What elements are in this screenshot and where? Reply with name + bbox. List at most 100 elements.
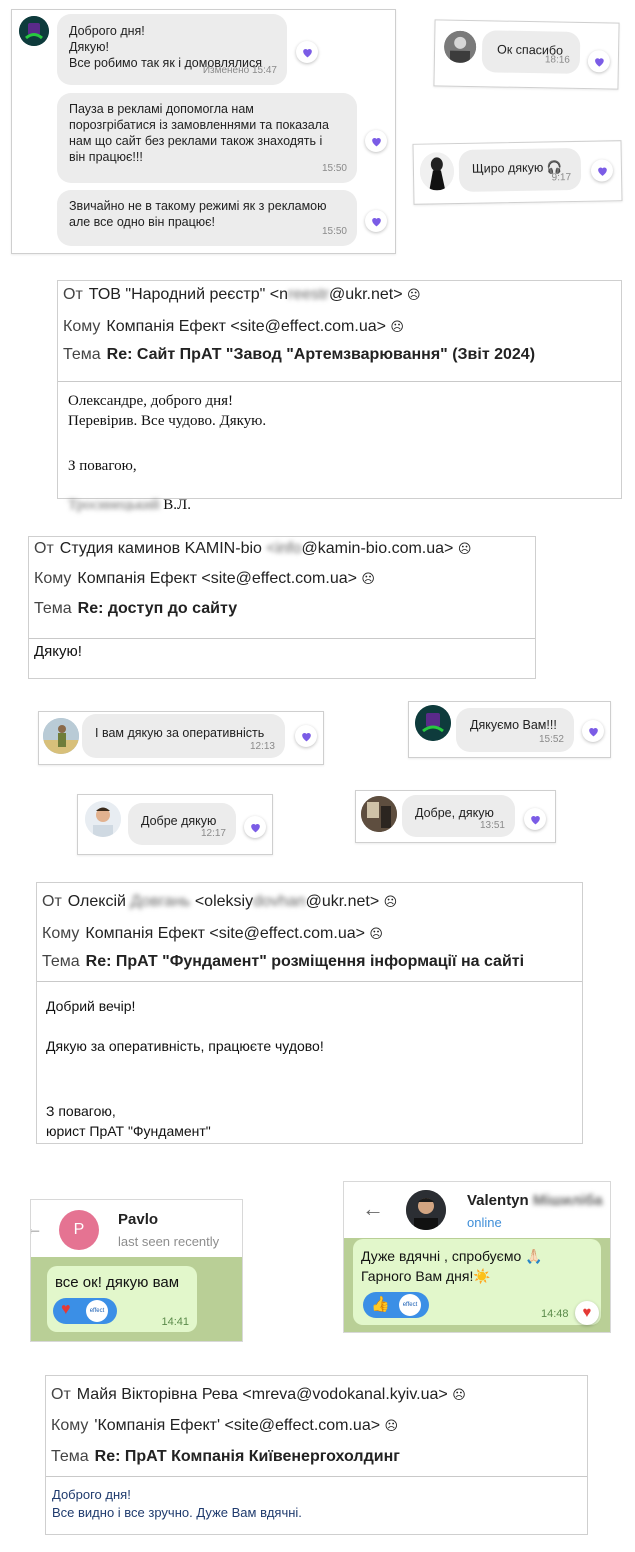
email-header: От Олексій Довгань <oleksiydovhan@ukr.net… bbox=[37, 883, 582, 982]
email-greeting: Добрий вечір! bbox=[46, 998, 136, 1014]
sender-name: Олексій bbox=[67, 893, 126, 910]
email-subject-row: Тема Re: доступ до сайту bbox=[34, 600, 237, 618]
recipient: Компанія Ефект <site@effect.com.ua> bbox=[106, 318, 386, 335]
avatar bbox=[361, 796, 397, 832]
effect-logo-avatar: effect bbox=[86, 1300, 108, 1322]
sender-name: ТОВ "Народний реєстр" bbox=[88, 286, 266, 303]
avatar bbox=[19, 16, 49, 46]
subject-label: Тема bbox=[42, 953, 80, 970]
to-label: Кому bbox=[51, 1417, 89, 1434]
email-subject: Re: Сайт ПрАТ "Завод "Артемзварювання" (… bbox=[106, 346, 536, 363]
signature-initials: В.Л. bbox=[159, 497, 191, 513]
message-text: все ок! дякую вам bbox=[55, 1274, 180, 1291]
contact-status: last seen recently bbox=[118, 1234, 220, 1249]
from-label: От bbox=[51, 1386, 71, 1403]
email-body: Дякую! bbox=[34, 643, 82, 660]
avatar bbox=[43, 718, 79, 754]
reaction-pill[interactable]: 👍 effect bbox=[363, 1292, 429, 1318]
heart-reaction-icon[interactable] bbox=[244, 816, 266, 838]
heart-reaction-icon[interactable]: ♥ bbox=[575, 1301, 599, 1325]
heart-reaction-icon[interactable] bbox=[590, 159, 614, 182]
email-subject-row: Тема Re: ПрАТ Компанія Київенергохолдинг bbox=[51, 1448, 400, 1466]
sender-email-redacted: reestr bbox=[288, 286, 329, 303]
to-label: Кому bbox=[42, 925, 80, 942]
email-to-row: Кому 'Компанія Ефект' <site@effect.com.ua… bbox=[51, 1417, 398, 1435]
contact-card-icon[interactable]: ☹ bbox=[385, 1418, 399, 1433]
sender: Майя Вікторівна Рева <mreva@vodokanal.ky… bbox=[76, 1386, 448, 1403]
telegram-chat-header: ← P Pavlo last seen recently bbox=[31, 1200, 242, 1258]
avatar: P bbox=[59, 1210, 99, 1250]
heart-reaction-icon[interactable] bbox=[582, 720, 604, 742]
message-time: 14:41 bbox=[161, 1316, 189, 1328]
email-closing: З повагою, bbox=[68, 458, 137, 474]
sender-surname-redacted: Довгань bbox=[130, 893, 191, 910]
email-subject: Re: ПрАТ Компанія Київенергохолдинг bbox=[94, 1448, 400, 1465]
sender-email-end: @ukr.net> bbox=[328, 286, 403, 303]
sender-email-start: <n bbox=[269, 286, 289, 303]
avatar-letter: P bbox=[73, 1221, 85, 1238]
chat-card-shchyro: Щиро дякую 🎧 9:17 bbox=[412, 140, 623, 205]
heart-reaction-icon: ♥ bbox=[61, 1301, 71, 1318]
message-time: 15:52 bbox=[538, 734, 564, 745]
message-bubble: Щиро дякую 🎧 9:17 bbox=[458, 147, 582, 193]
message-bubble: Пауза в рекламі допомогла нам порозгріба… bbox=[57, 93, 357, 183]
recipient: Компанія Ефект <site@effect.com.ua> bbox=[85, 925, 365, 942]
back-arrow-icon[interactable]: ← bbox=[31, 1218, 43, 1239]
avatar bbox=[85, 801, 121, 837]
sender-email-start: <oleksiy bbox=[194, 893, 254, 910]
from-label: От bbox=[63, 286, 83, 303]
email-from-row: От Студия каминов KAMIN-bio <info@kamin-b… bbox=[34, 540, 471, 558]
effect-logo-avatar: effect bbox=[399, 1294, 421, 1316]
contact-card-icon[interactable]: ☹ bbox=[407, 287, 421, 302]
message-time: 9:17 bbox=[551, 172, 572, 184]
contact-card-icon[interactable]: ☹ bbox=[384, 894, 398, 909]
chat-card-ok: Ок спасибо 18:16 bbox=[433, 19, 620, 90]
heart-reaction-icon[interactable] bbox=[524, 808, 546, 830]
sender-email-redacted: dovhan bbox=[253, 893, 306, 910]
email-card-kamin-bio: От Студия каминов KAMIN-bio <info@kamin-b… bbox=[28, 536, 536, 679]
message-time: Изменено 15:47 bbox=[202, 65, 277, 76]
back-arrow-icon[interactable]: ← bbox=[362, 1196, 384, 1222]
email-subject-row: Тема Re: Сайт ПрАТ "Завод "Артемзварюванн… bbox=[63, 346, 535, 364]
subject-label: Тема bbox=[63, 346, 101, 363]
email-body: Доброго дня! Все видно і все зручно. Дуж… bbox=[52, 1487, 302, 1520]
email-to-row: Кому Компанія Ефект <site@effect.com.ua> … bbox=[42, 925, 383, 943]
contact-status: online bbox=[467, 1215, 502, 1230]
email-header: От ТОВ "Народний реєстр" <nreestr@ukr.net… bbox=[58, 281, 621, 382]
contact-card-icon[interactable]: ☹ bbox=[452, 1387, 466, 1402]
sender-name: Студия каминов KAMIN-bio bbox=[59, 540, 262, 557]
heart-reaction-icon[interactable] bbox=[295, 725, 317, 747]
reaction-pill[interactable]: ♥ effect bbox=[53, 1298, 117, 1324]
contact-name: Pavlo bbox=[118, 1211, 159, 1228]
heart-reaction-icon[interactable] bbox=[587, 50, 611, 73]
from-label: От bbox=[42, 893, 62, 910]
heart-reaction-icon[interactable] bbox=[296, 41, 318, 63]
contact-card-icon[interactable]: ☹ bbox=[361, 571, 375, 586]
contact-card-icon[interactable]: ☹ bbox=[390, 319, 404, 334]
chat-card-main: Доброго дня! Дякую! Все робимо так як і … bbox=[11, 9, 396, 254]
avatar bbox=[415, 705, 451, 741]
contact-card-icon[interactable]: ☹ bbox=[369, 926, 383, 941]
to-label: Кому bbox=[63, 318, 101, 335]
telegram-chat-valentyn: ← Valentyn Мішиліба online Дуже вдячні ,… bbox=[343, 1181, 611, 1333]
email-card-fundament: От Олексій Довгань <oleksiydovhan@ukr.net… bbox=[36, 882, 583, 1144]
message-bubble: Дуже вдячні , спробуємо 🙏🏻 Гарного Вам д… bbox=[353, 1239, 601, 1325]
contact-surname-redacted: Мішиліба bbox=[532, 1192, 603, 1209]
heart-reaction-icon[interactable] bbox=[365, 130, 387, 152]
email-subject: Re: доступ до сайту bbox=[77, 600, 238, 617]
message-bubble: Звичайно не в такому режимі як з рекламо… bbox=[57, 190, 357, 246]
message-time: 12:13 bbox=[249, 741, 275, 752]
sender-email-end: @kamin-bio.com.ua> bbox=[301, 540, 454, 557]
message-time: 15:50 bbox=[321, 226, 347, 237]
message-time: 18:16 bbox=[544, 54, 571, 66]
recipient: 'Компанія Ефект' <site@effect.com.ua> bbox=[94, 1417, 381, 1434]
avatar bbox=[443, 30, 477, 64]
heart-reaction-icon[interactable] bbox=[365, 210, 387, 232]
email-from-row: От ТОВ "Народний реєстр" <nreestr@ukr.net… bbox=[63, 286, 421, 304]
message-bubble: Добре дякую 12:17 bbox=[128, 803, 236, 845]
from-label: От bbox=[34, 540, 54, 557]
email-signature: З повагою, юрист ПрАТ "Фундамент" bbox=[46, 1103, 211, 1139]
contact-card-icon[interactable]: ☹ bbox=[458, 541, 472, 556]
message-time: 13:51 bbox=[479, 820, 505, 831]
message-bubble: Добре, дякую 13:51 bbox=[402, 795, 515, 837]
